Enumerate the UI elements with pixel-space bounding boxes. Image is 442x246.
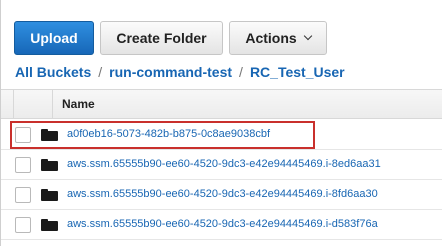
select-column-header bbox=[13, 90, 53, 118]
chevron-down-icon bbox=[303, 31, 312, 41]
row-checkbox[interactable] bbox=[15, 187, 31, 203]
create-folder-button[interactable]: Create Folder bbox=[100, 21, 223, 55]
folder-link[interactable]: aws.ssm.65555b90-ee60-4520-9dc3-e42e9444… bbox=[67, 158, 381, 170]
breadcrumb-folder[interactable]: RC_Test_User bbox=[250, 64, 345, 80]
actions-label: Actions bbox=[245, 30, 297, 46]
folder-link[interactable]: aws.ssm.65555b90-ee60-4520-9dc3-e42e9444… bbox=[67, 218, 378, 230]
breadcrumb-separator: / bbox=[239, 64, 243, 80]
breadcrumb-bucket[interactable]: run-command-test bbox=[109, 64, 232, 80]
table-row[interactable]: a0f0eb16-5073-482b-b875-0c8ae9038cbf bbox=[1, 120, 442, 150]
breadcrumb-all-buckets[interactable]: All Buckets bbox=[15, 64, 91, 80]
s3-console-panel: Upload Create Folder Actions All Buckets… bbox=[0, 0, 442, 246]
table-row[interactable]: aws.ssm.65555b90-ee60-4520-9dc3-e42e9444… bbox=[1, 180, 442, 210]
row-checkbox[interactable] bbox=[15, 217, 31, 233]
table-row[interactable]: aws.ssm.65555b90-ee60-4520-9dc3-e42e9444… bbox=[1, 210, 442, 240]
folder-icon bbox=[41, 189, 58, 201]
folder-link[interactable]: a0f0eb16-5073-482b-b875-0c8ae9038cbf bbox=[67, 128, 270, 140]
table-header: Name bbox=[1, 89, 442, 119]
folder-icon bbox=[41, 159, 58, 171]
name-column-header[interactable]: Name bbox=[62, 97, 95, 111]
table-row[interactable]: aws.ssm.65555b90-ee60-4520-9dc3-e42e9444… bbox=[1, 150, 442, 180]
row-checkbox[interactable] bbox=[15, 157, 31, 173]
actions-dropdown-button[interactable]: Actions bbox=[229, 21, 327, 55]
folder-link[interactable]: aws.ssm.65555b90-ee60-4520-9dc3-e42e9444… bbox=[67, 188, 378, 200]
breadcrumb-separator: / bbox=[98, 64, 103, 80]
folder-icon bbox=[41, 219, 58, 231]
upload-button[interactable]: Upload bbox=[14, 21, 94, 55]
folder-icon bbox=[41, 129, 58, 141]
breadcrumb: All Buckets / run-command-test / RC_Test… bbox=[15, 64, 345, 80]
row-checkbox[interactable] bbox=[15, 127, 31, 143]
toolbar: Upload Create Folder Actions bbox=[14, 21, 327, 55]
